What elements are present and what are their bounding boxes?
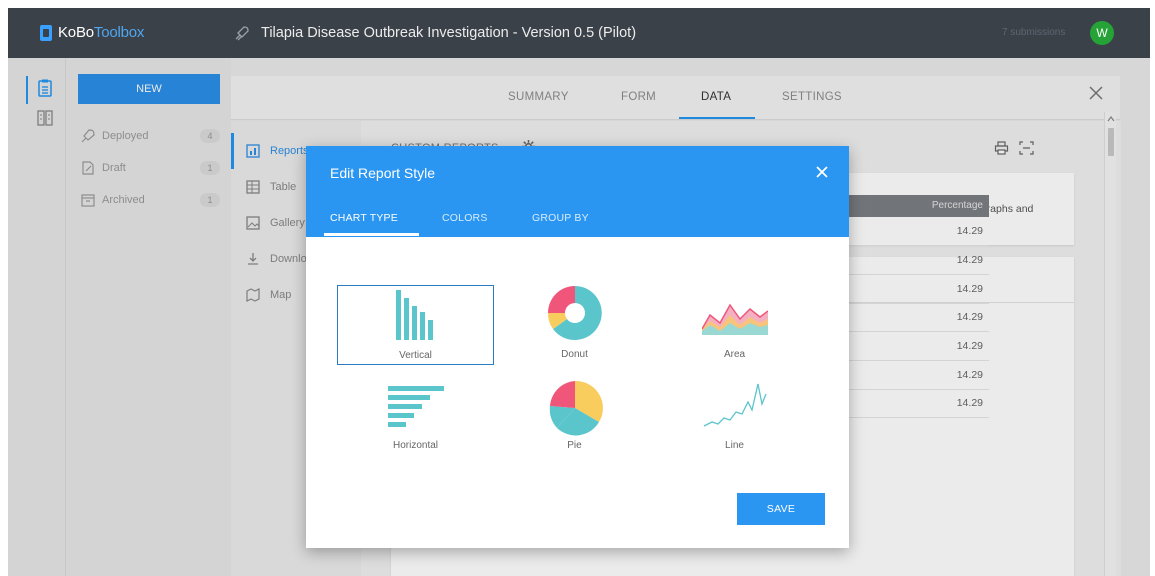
logo-prefix: KoBo bbox=[58, 24, 94, 41]
line-chart-icon bbox=[703, 383, 767, 427]
horizontal-bar-chart-icon bbox=[387, 386, 444, 427]
chart-type-label: Donut bbox=[561, 349, 588, 360]
top-bar: KoBoToolbox Tilapia Disease Outbreak Inv… bbox=[8, 8, 1150, 58]
project-title: Tilapia Disease Outbreak Investigation -… bbox=[261, 25, 637, 41]
pie-chart-icon bbox=[549, 380, 603, 436]
project-header: Tilapia Disease Outbreak Investigation -… bbox=[233, 24, 636, 42]
chart-type-line[interactable]: Line bbox=[656, 378, 813, 458]
area-chart-icon bbox=[701, 303, 768, 335]
chart-type-vertical[interactable]: Vertical bbox=[337, 285, 494, 365]
edit-report-style-dialog: Edit Report Style CHART TYPE COLORS GROU… bbox=[306, 146, 849, 548]
chart-type-label: Area bbox=[723, 349, 746, 360]
user-avatar[interactable]: W bbox=[1090, 21, 1114, 45]
donut-chart-icon bbox=[547, 286, 602, 340]
submissions-count: 7 submissions bbox=[1002, 27, 1066, 38]
chart-type-horizontal[interactable]: Horizontal bbox=[337, 378, 494, 458]
chart-type-label: Line bbox=[725, 440, 744, 451]
chart-type-label: Horizontal bbox=[392, 440, 439, 451]
chart-type-donut[interactable]: Donut bbox=[496, 285, 653, 365]
dialog-header: Edit Report Style CHART TYPE COLORS GROU… bbox=[306, 146, 849, 237]
logo-text: KoBoToolbox bbox=[58, 24, 144, 41]
kobotoolbox-logo[interactable]: KoBoToolbox bbox=[40, 24, 144, 41]
dialog-title: Edit Report Style bbox=[330, 165, 436, 181]
close-icon[interactable] bbox=[814, 164, 830, 180]
tab-group-by[interactable]: GROUP BY bbox=[532, 212, 589, 224]
app-window: KoBoToolbox Tilapia Disease Outbreak Inv… bbox=[8, 8, 1150, 576]
chart-type-pie[interactable]: Pie bbox=[496, 378, 653, 458]
logo-mark bbox=[40, 24, 52, 41]
logo-suffix: Toolbox bbox=[93, 24, 145, 41]
chart-type-area[interactable]: Area bbox=[656, 285, 813, 365]
chart-type-label: Vertical bbox=[399, 350, 432, 361]
tab-chart-type[interactable]: CHART TYPE bbox=[330, 212, 398, 224]
rocket-icon bbox=[235, 26, 249, 41]
vertical-bar-chart-icon bbox=[395, 290, 433, 340]
chart-type-label: Pie bbox=[567, 440, 582, 451]
tab-colors[interactable]: COLORS bbox=[442, 212, 488, 224]
save-button[interactable]: SAVE bbox=[737, 493, 825, 525]
active-tab-indicator bbox=[324, 233, 419, 236]
